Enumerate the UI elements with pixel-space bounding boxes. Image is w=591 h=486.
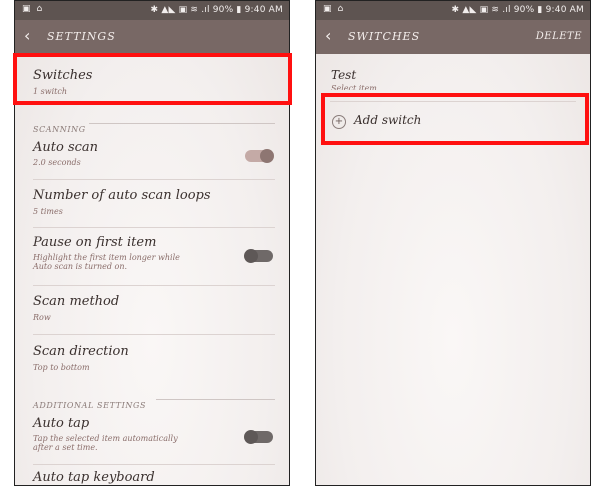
auto-tap-toggle[interactable] <box>244 430 273 444</box>
switch-item-title: Test <box>331 68 357 82</box>
switch-item-subtitle: Select item <box>331 84 377 90</box>
status-bar-right: ✱ ▲◣ ▣ ≋ .ıl 90% ▮ 9:40 AM <box>451 5 584 15</box>
auto-tap-title: Auto tap <box>33 416 90 431</box>
auto-scan-toggle[interactable] <box>245 149 274 163</box>
pause-first-title: Pause on first item <box>33 235 157 250</box>
highlight-switches <box>13 53 292 105</box>
scan-method-item[interactable]: Scan method Row <box>15 286 289 334</box>
page-title: SETTINGS <box>47 30 116 43</box>
section-additional-label: ADDITIONAL SETTINGS <box>33 401 147 410</box>
auto-scan-loops-item[interactable]: Number of auto scan loops 5 times <box>15 180 289 227</box>
screenshot-icon: ▣ <box>323 4 332 14</box>
notification-icons: ▣ ⌂ <box>323 4 343 14</box>
home-icon: ⌂ <box>337 4 344 14</box>
pause-first-item[interactable]: Pause on first item Highlight the first … <box>15 228 289 285</box>
home-icon: ⌂ <box>36 4 43 14</box>
section-additional-settings: ADDITIONAL SETTINGS <box>33 393 275 410</box>
section-scanning: SCANNING <box>33 117 275 134</box>
toggle-knob <box>244 430 258 444</box>
switches-screen: ▣ ⌂ ✱ ▲◣ ▣ ≋ .ıl 90% ▮ 9:40 AM ‹ SWITCHE… <box>315 0 591 486</box>
scan-method-subtitle: Row <box>33 313 51 322</box>
pause-first-toggle[interactable] <box>244 249 273 263</box>
screenshot-icon: ▣ <box>22 4 31 14</box>
highlight-add-switch <box>321 93 589 145</box>
auto-scan-item[interactable]: Auto scan 2.0 seconds <box>15 135 289 179</box>
auto-scan-loops-title: Number of auto scan loops <box>33 188 211 203</box>
toggle-knob <box>260 149 274 163</box>
auto-tap-item[interactable]: Auto tap Tap the selected item automatic… <box>15 411 289 463</box>
auto-scan-loops-subtitle: 5 times <box>33 207 63 216</box>
section-divider <box>89 123 275 124</box>
auto-tap-keyboard-title: Auto tap keyboard <box>33 470 155 485</box>
auto-tap-subtitle-1: Tap the selected item automatically <box>33 434 178 443</box>
app-bar: ‹ SWITCHES DELETE <box>316 20 590 54</box>
scan-direction-subtitle: Top to bottom <box>33 363 90 372</box>
page-title: SWITCHES <box>348 30 421 43</box>
notification-icons: ▣ ⌂ <box>22 4 42 14</box>
pause-first-subtitle-1: Highlight the first item longer while <box>33 253 180 262</box>
toggle-knob <box>244 249 258 263</box>
app-bar: ‹ SETTINGS <box>15 20 289 54</box>
scan-direction-item[interactable]: Scan direction Top to bottom <box>15 335 289 383</box>
auto-tap-keyboard-item[interactable]: Auto tap keyboard <box>15 465 289 485</box>
auto-tap-subtitle-2: after a set time. <box>33 443 98 452</box>
section-divider <box>156 399 275 400</box>
back-arrow-icon[interactable]: ‹ <box>325 26 331 45</box>
status-bar: ▣ ⌂ ✱ ▲◣ ▣ ≋ .ıl 90% ▮ 9:40 AM <box>15 1 289 20</box>
status-bar: ▣ ⌂ ✱ ▲◣ ▣ ≋ .ıl 90% ▮ 9:40 AM <box>316 1 590 20</box>
pause-first-subtitle-2: Auto scan is turned on. <box>33 262 128 271</box>
section-scanning-label: SCANNING <box>33 125 86 134</box>
scan-direction-title: Scan direction <box>33 344 129 359</box>
auto-scan-subtitle: 2.0 seconds <box>33 158 81 167</box>
scan-method-title: Scan method <box>33 294 120 309</box>
back-arrow-icon[interactable]: ‹ <box>24 26 30 45</box>
auto-scan-title: Auto scan <box>33 140 99 155</box>
delete-button[interactable]: DELETE <box>536 31 582 42</box>
status-bar-right: ✱ ▲◣ ▣ ≋ .ıl 90% ▮ 9:40 AM <box>150 5 283 15</box>
